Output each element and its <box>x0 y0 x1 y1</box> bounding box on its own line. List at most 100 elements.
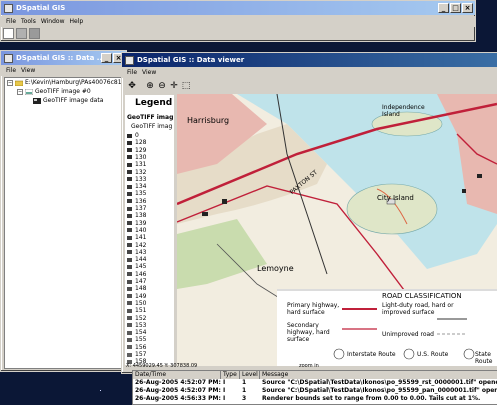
legend-swatch <box>127 250 132 255</box>
legend-item-label: 148 <box>135 285 147 293</box>
log-row[interactable]: 26-Aug-2005 4:56:33 PM:95 I 3 Renderer b… <box>133 395 497 403</box>
pan-icon[interactable]: ✥ <box>126 80 138 92</box>
viewer-title-bar[interactable]: DSpatial GIS :: Data viewer <box>122 53 497 67</box>
map-canvas[interactable]: Lemoyne Independence Island City Island … <box>177 94 497 366</box>
toolbar-icon-2[interactable] <box>16 28 27 39</box>
log-cell-type: I <box>223 395 226 402</box>
collapse-icon[interactable]: − <box>7 79 13 86</box>
tree-leaf[interactable]: GeoTIFF image data <box>33 97 103 104</box>
legend-item[interactable]: 143 <box>127 249 146 256</box>
legend-item[interactable]: 145 <box>127 263 146 270</box>
menu-file[interactable]: File <box>6 18 16 25</box>
legend-item-label: 0 <box>135 132 139 139</box>
maximize-button[interactable]: □ <box>450 3 461 13</box>
move-icon[interactable]: ✛ <box>168 80 180 92</box>
zoom-out-icon[interactable]: ⊖ <box>156 80 168 92</box>
tree-child[interactable]: − GeoTIFF image #0 <box>17 88 91 95</box>
legend-swatch <box>127 235 132 240</box>
legend-item[interactable]: 0 <box>127 132 139 139</box>
legend-item[interactable]: 128 <box>127 139 146 146</box>
log-row[interactable]: 26-Aug-2005 4:52:07 PM:14 I 1 Source "C:… <box>133 387 497 395</box>
legend-item-label: 130 <box>135 153 147 161</box>
legend-swatch <box>127 272 132 277</box>
legend-item[interactable]: 146 <box>127 271 146 278</box>
legend-item-label: 155 <box>135 336 147 344</box>
menu-help[interactable]: Help <box>70 18 84 25</box>
zoom-box-icon[interactable]: ⬚ <box>180 80 192 92</box>
viewer-menubar: File View <box>122 67 497 78</box>
legend-item[interactable]: 151 <box>127 307 146 314</box>
legend-item[interactable]: 154 <box>127 329 146 336</box>
toolbar-icon-3[interactable] <box>29 28 40 39</box>
data-minimize-button[interactable]: _ <box>101 53 112 63</box>
log-row[interactable]: 26-Aug-2005 4:52:07 PM:14 I 1 Source "C:… <box>133 379 497 387</box>
log-cell-datetime: 26-Aug-2005 4:56:33 PM:95 <box>135 395 221 402</box>
legend-item[interactable]: 152 <box>127 315 146 322</box>
legend-item[interactable]: 140 <box>127 227 146 234</box>
legend-item-label: 135 <box>135 190 147 198</box>
data-window: DSpatial GIS :: Data ... _ × File View −… <box>0 50 127 372</box>
legend-item[interactable]: 131 <box>127 161 146 168</box>
legend-swatch <box>127 184 132 189</box>
collapse-icon[interactable]: − <box>17 88 23 95</box>
legend-item[interactable]: 149 <box>127 293 146 300</box>
legend-item[interactable]: 134 <box>127 183 146 190</box>
legend-item[interactable]: 157 <box>127 351 146 358</box>
legend-item-label: 154 <box>135 329 147 337</box>
log-cell-level: 1 <box>242 387 247 394</box>
legend-item[interactable]: 147 <box>127 278 146 285</box>
data-menu-file[interactable]: File <box>6 67 16 74</box>
log-cell-message: Renderer bounds set to range from 0.00 t… <box>262 395 481 402</box>
log-cell-level: 1 <box>242 379 247 386</box>
legend-item-label: 145 <box>135 263 147 271</box>
legend-item[interactable]: 141 <box>127 234 146 241</box>
tree-leaf-label: GeoTIFF image data <box>43 97 104 104</box>
legend-item[interactable]: 132 <box>127 169 146 176</box>
legend-swatch <box>127 352 132 357</box>
legend-item[interactable]: 142 <box>127 242 146 249</box>
log-col-message[interactable]: Message <box>260 371 497 379</box>
data-window-title-bar[interactable]: DSpatial GIS :: Data ... _ × <box>1 51 126 65</box>
viewer-menu-view[interactable]: View <box>142 69 156 76</box>
main-window: DSpatial GIS _ □ × File Tools Window Hel… <box>0 0 476 42</box>
log-cell-message: Source "C:\DSpatial\TestData\Ikonos\po_9… <box>262 379 497 386</box>
legend-item[interactable]: 138 <box>127 212 146 219</box>
legend-item[interactable]: 156 <box>127 344 146 351</box>
log-col-type[interactable]: Type <box>221 371 240 379</box>
minimize-button[interactable]: _ <box>438 3 449 13</box>
viewer-menu-file[interactable]: File <box>127 69 137 76</box>
viewer-window-icon <box>125 55 134 65</box>
tree-root[interactable]: − E:\Kevin\Hamburg\PAs40076c81 <box>7 79 122 86</box>
legend-item[interactable]: 155 <box>127 336 146 343</box>
main-title-bar[interactable]: DSpatial GIS _ □ × <box>1 1 475 15</box>
legend-item[interactable]: 148 <box>127 285 146 292</box>
log-col-level[interactable]: Level <box>240 371 260 379</box>
legend-item[interactable]: 130 <box>127 154 146 161</box>
legend-item[interactable]: 150 <box>127 300 146 307</box>
legend-item[interactable]: 144 <box>127 256 146 263</box>
map-label-city-island: City Island <box>377 194 414 202</box>
log-cell-datetime: 26-Aug-2005 4:52:07 PM:14 <box>135 379 221 386</box>
legend-title: Legend <box>135 98 173 108</box>
data-icon <box>33 97 41 104</box>
data-menu-view[interactable]: View <box>21 67 35 74</box>
legend-item[interactable]: 136 <box>127 198 146 205</box>
menu-tools[interactable]: Tools <box>21 18 36 25</box>
legend-item[interactable]: 153 <box>127 322 146 329</box>
legend-item[interactable]: 129 <box>127 147 146 154</box>
legend-swatch <box>127 330 132 335</box>
legend-item[interactable]: 137 <box>127 205 146 212</box>
legend-swatch <box>127 133 132 138</box>
log-cell-type: I <box>223 387 226 394</box>
data-tree: − E:\Kevin\Hamburg\PAs40076c81 − GeoTIFF… <box>4 77 124 369</box>
menu-window[interactable]: Window <box>41 18 65 25</box>
legend-item[interactable]: 135 <box>127 190 146 197</box>
zoom-in-icon[interactable]: ⊕ <box>144 80 156 92</box>
legend-item[interactable]: 139 <box>127 220 146 227</box>
close-button[interactable]: × <box>462 3 473 13</box>
legend-item[interactable]: 133 <box>127 176 146 183</box>
legend-item-label: 132 <box>135 168 147 176</box>
log-col-datetime[interactable]: Date/Time <box>133 371 221 379</box>
data-window-icon <box>4 53 13 63</box>
toolbar-icon-1[interactable] <box>3 28 14 39</box>
